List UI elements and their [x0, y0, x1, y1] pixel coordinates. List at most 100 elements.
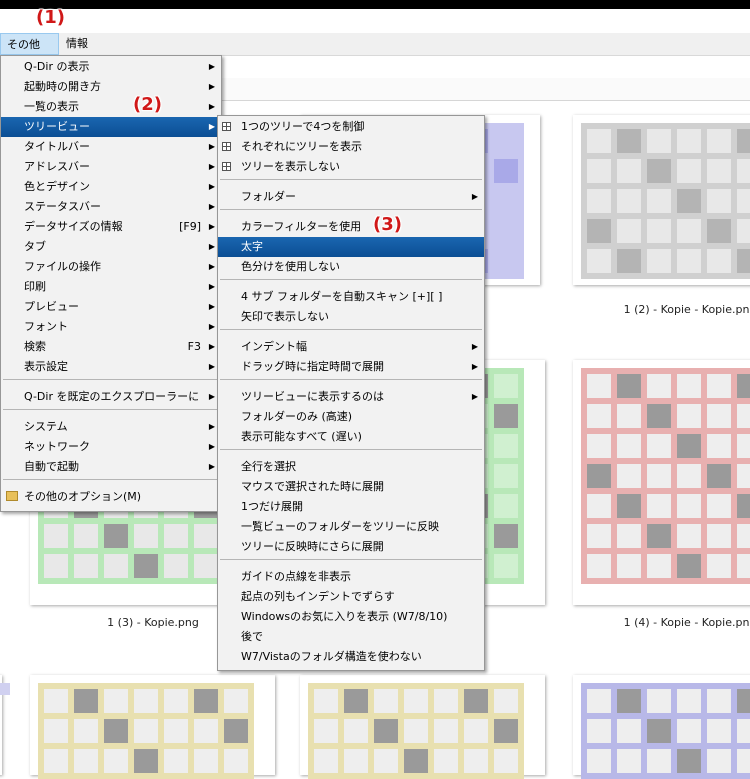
- submenu-arrow-icon: ▶: [471, 342, 478, 351]
- image-thumbnail[interactable]: [573, 360, 750, 605]
- tree-menu-item[interactable]: ドラッグ時に指定時間で展開 ▶: [218, 357, 484, 377]
- tree-menu-item[interactable]: 一覧ビューのフォルダーをツリーに反映: [218, 517, 484, 537]
- submenu-arrow-icon: ▶: [208, 322, 215, 331]
- menu-item[interactable]: 色とデザイン ▶: [1, 177, 221, 197]
- menu-item-label: データサイズの情報: [24, 220, 123, 233]
- image-thumbnail[interactable]: [573, 675, 750, 779]
- menu-item[interactable]: システム ▶: [1, 417, 221, 437]
- menu-item[interactable]: Q-Dir の表示 ▶: [1, 57, 221, 77]
- tree-menu-item[interactable]: 全行を選択: [218, 457, 484, 477]
- submenu-arrow-icon: ▶: [208, 442, 215, 451]
- menu-item-label: 表示可能なすべて (遅い): [241, 430, 362, 443]
- menu-item-label: Windowsのお気に入りを表示 (W7/8/10): [241, 610, 448, 623]
- menu-item-label: アドレスバー: [24, 160, 90, 173]
- tree-menu-item[interactable]: ツリーを表示しない: [218, 157, 484, 177]
- menu-item-label: ツリービューに表示するのは: [241, 390, 384, 403]
- tree-menu-item[interactable]: 起点の列もインデントでずらす: [218, 587, 484, 607]
- menu-item[interactable]: プレビュー ▶: [1, 297, 221, 317]
- menu-separator: [3, 409, 219, 410]
- tree-menu-item[interactable]: 色分けを使用しない: [218, 257, 484, 277]
- menu-separator: [220, 329, 482, 330]
- callout-2: (2): [133, 94, 162, 115]
- thumbnail-pattern: [581, 683, 750, 779]
- tree-menu-item[interactable]: 表示可能なすべて (遅い): [218, 427, 484, 447]
- thumbnail-pattern: [581, 123, 750, 279]
- menu-item[interactable]: 検索 F3 ▶: [1, 337, 221, 357]
- tree-menu-item[interactable]: ツリーに反映時にさらに展開: [218, 537, 484, 557]
- menu-item[interactable]: ファイルの操作 ▶: [1, 257, 221, 277]
- menu-other[interactable]: その他(X): [0, 33, 59, 73]
- menu-item[interactable]: フォント ▶: [1, 317, 221, 337]
- tree-menu-item[interactable]: フォルダーのみ (高速): [218, 407, 484, 427]
- tree-menu-item[interactable]: マウスで選択された時に展開: [218, 477, 484, 497]
- image-thumbnail[interactable]: [300, 675, 545, 779]
- callout-3: (3): [373, 214, 402, 235]
- menu-separator: [220, 449, 482, 450]
- menu-item-label: 1つだけ展開: [241, 500, 303, 513]
- menu-item[interactable]: ネットワーク ▶: [1, 437, 221, 457]
- menu-item[interactable]: データサイズの情報 [F9] ▶: [1, 217, 221, 237]
- menu-item-label: 検索: [24, 340, 46, 353]
- thumbnail-pattern: [38, 683, 254, 779]
- submenu-arrow-icon: ▶: [208, 222, 215, 231]
- menu-item[interactable]: 自動で起動 ▶: [1, 457, 221, 477]
- menu-item[interactable]: ステータスバー ▶: [1, 197, 221, 217]
- submenu-arrow-icon: ▶: [208, 282, 215, 291]
- menu-item-label: カラーフィルターを使用: [241, 220, 362, 233]
- tree-menu-item[interactable]: Windowsのお気に入りを表示 (W7/8/10): [218, 607, 484, 627]
- tree-menu-item[interactable]: ツリービューに表示するのは ▶: [218, 387, 484, 407]
- menu-item[interactable]: アドレスバー ▶: [1, 157, 221, 177]
- menu-item-label: 後で: [241, 630, 263, 643]
- tree-menu-item[interactable]: フォルダー ▶: [218, 187, 484, 207]
- menu-item-label: 色とデザイン: [24, 180, 90, 193]
- menu-item[interactable]: タブ ▶: [1, 237, 221, 257]
- menu-item[interactable]: 一覧の表示 ▶: [1, 97, 221, 117]
- menu-item[interactable]: 印刷 ▶: [1, 277, 221, 297]
- menu-item[interactable]: Q-Dir を既定のエクスプローラーに ▶: [1, 387, 221, 407]
- menu-item[interactable]: 表示設定 ▶: [1, 357, 221, 377]
- submenu-arrow-icon: ▶: [208, 202, 215, 211]
- treeview-submenu: 1つのツリーで4つを制御それぞれにツリーを表示 ツリーを表示しないフォルダー ▶ カラ…: [217, 115, 485, 671]
- file-name-label[interactable]: 1 (4) - Kopie - Kopie.png: [590, 616, 750, 629]
- menu-item-shortcut: [F9]: [179, 220, 201, 233]
- menu-item-label: それぞれにツリーを表示: [241, 140, 362, 153]
- menu-info[interactable]: 情報: [60, 33, 94, 55]
- submenu-arrow-icon: ▶: [208, 342, 215, 351]
- tree-menu-item[interactable]: 後で: [218, 627, 484, 647]
- image-thumbnail[interactable]: [573, 115, 750, 285]
- menu-item[interactable]: 起動時の開き方 ▶: [1, 77, 221, 97]
- menu-separator: [220, 179, 482, 180]
- tree-menu-item[interactable]: インデント幅 ▶: [218, 337, 484, 357]
- tree-menu-item[interactable]: 1つだけ展開: [218, 497, 484, 517]
- menu-item-label: ファイルの操作: [24, 260, 101, 273]
- menu-item-label: 表示設定: [24, 360, 68, 373]
- menu-item-label: タイトルバー: [24, 140, 90, 153]
- tree-menu-item[interactable]: 太字: [218, 237, 484, 257]
- tree-menu-item[interactable]: ガイドの点線を非表示: [218, 567, 484, 587]
- tree-menu-item[interactable]: 4 サブ フォルダーを自動スキャン [+][ ]: [218, 287, 484, 307]
- menu-item[interactable]: タイトルバー ▶: [1, 137, 221, 157]
- tree-menu-item[interactable]: それぞれにツリーを表示: [218, 137, 484, 157]
- tree-menu-item[interactable]: W7/Vistaのフォルダ構造を使わない: [218, 647, 484, 667]
- menu-item-label: 一覧の表示: [24, 100, 79, 113]
- tree-menu-item[interactable]: 1つのツリーで4つを制御: [218, 117, 484, 137]
- menu-item-label: ネットワーク: [24, 440, 90, 453]
- menu-item-label: 太字: [241, 240, 263, 253]
- file-name-label[interactable]: 1 (2) - Kopie - Kopie.png: [590, 303, 750, 316]
- tree-view-icon: [222, 142, 231, 151]
- tree-menu-item[interactable]: 矢印で表示しない: [218, 307, 484, 327]
- image-thumbnail[interactable]: [0, 675, 10, 775]
- menu-item-label: ツリーを表示しない: [241, 160, 340, 173]
- submenu-arrow-icon: ▶: [208, 242, 215, 251]
- menu-item-label: ツリービュー: [24, 120, 90, 133]
- other-dropdown-menu: Q-Dir の表示 ▶ 起動時の開き方 ▶ 一覧の表示 ▶ ツリービュー ▶ タイトルバー ▶ アド…: [0, 55, 222, 512]
- submenu-arrow-icon: ▶: [208, 392, 215, 401]
- menu-separator: [220, 559, 482, 560]
- tree-view-icon: [222, 122, 231, 131]
- menu-item[interactable]: ツリービュー ▶: [1, 117, 221, 137]
- menu-item[interactable]: その他のオプション(M): [1, 487, 221, 507]
- tree-menu-item[interactable]: カラーフィルターを使用: [218, 217, 484, 237]
- image-thumbnail[interactable]: [30, 675, 275, 779]
- menu-bar: その他(X) 情報: [0, 33, 750, 73]
- menu-item-label: 一覧ビューのフォルダーをツリーに反映: [241, 520, 439, 533]
